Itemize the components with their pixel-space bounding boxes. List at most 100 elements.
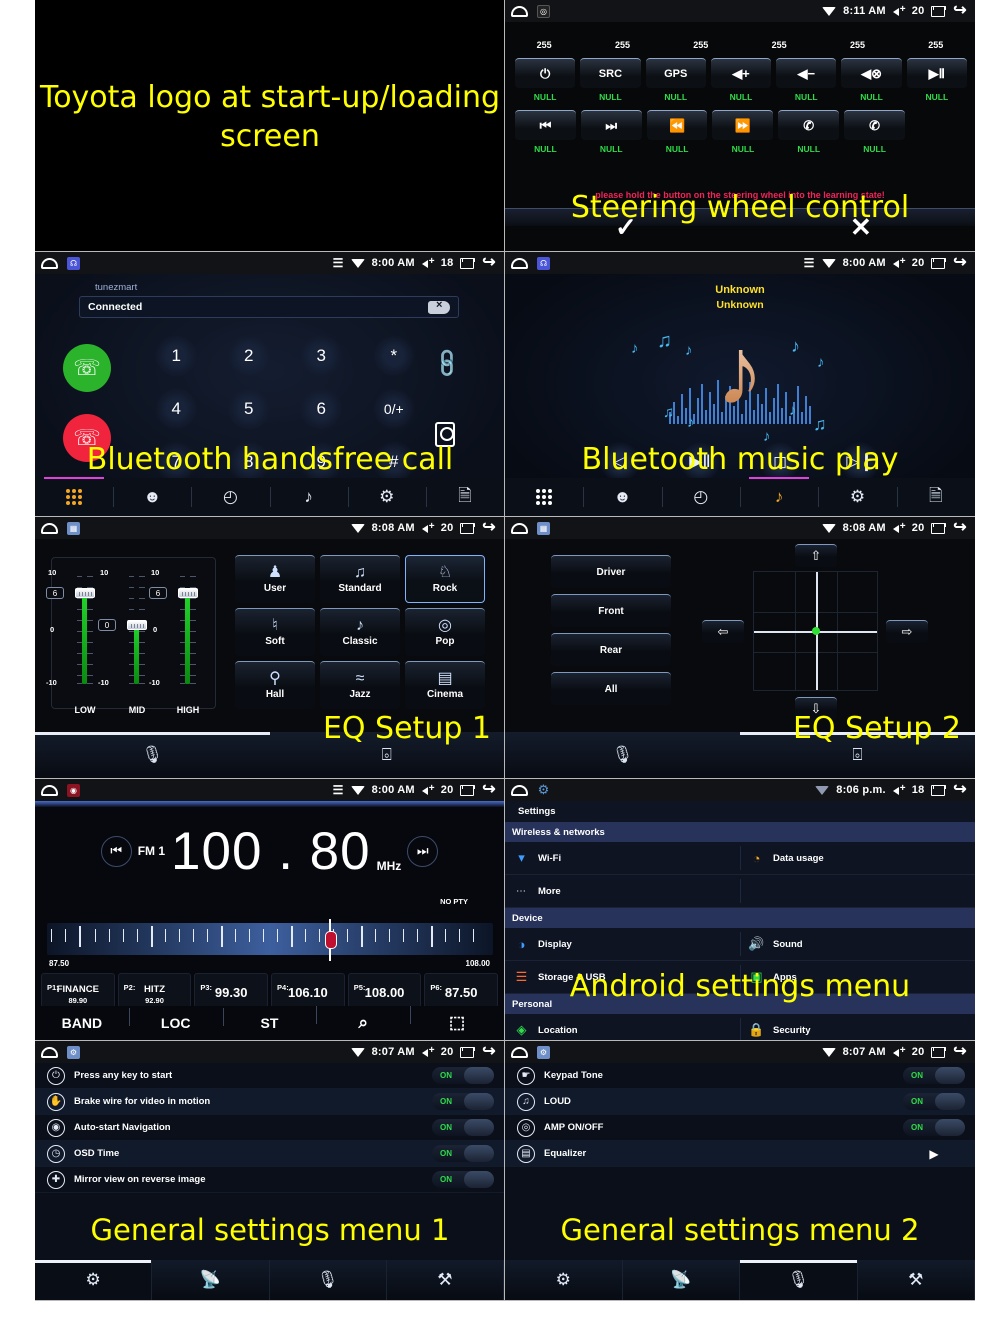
home-icon[interactable]: [511, 5, 528, 17]
preset-user[interactable]: ♟ User: [235, 555, 315, 603]
back-icon[interactable]: ↩: [953, 254, 967, 271]
home-icon[interactable]: [511, 1046, 528, 1058]
setting-row-mirror-view[interactable]: ✚ Mirror view on reverse image ON: [35, 1167, 504, 1193]
tuning-cursor[interactable]: [325, 919, 337, 961]
zone-all[interactable]: All: [551, 672, 671, 705]
preset-jazz[interactable]: ≈ Jazz: [320, 661, 400, 709]
zone-driver[interactable]: Driver: [551, 555, 671, 588]
swc-play-pause-button[interactable]: ▶Ⅱ: [906, 58, 967, 88]
toggle-switch[interactable]: ON: [432, 1145, 494, 1162]
swc-call-end-button[interactable]: ✆: [844, 110, 905, 140]
home-icon[interactable]: [41, 522, 58, 534]
toggle-switch[interactable]: ON: [903, 1067, 965, 1084]
swc-gps-button[interactable]: GPS: [645, 58, 706, 88]
toggle-switch[interactable]: ON: [432, 1171, 494, 1188]
setting-row-loud[interactable]: ♫ LOUD ON: [505, 1089, 975, 1115]
tab-music[interactable]: ♪: [739, 477, 818, 516]
back-icon[interactable]: ↩: [482, 781, 496, 798]
tab-tools[interactable]: ⚒: [857, 1260, 975, 1300]
setting-row-press-any-key[interactable]: ⏻ Press any key to start ON: [35, 1063, 504, 1089]
swc-power-button[interactable]: ⏻: [515, 58, 576, 88]
home-icon[interactable]: [41, 784, 58, 796]
dial-key[interactable]: 3: [285, 329, 358, 382]
swc-forward-button[interactable]: ⏩: [712, 110, 774, 140]
back-icon[interactable]: ↩: [953, 1043, 967, 1060]
tab-contacts[interactable]: ☻: [113, 478, 191, 516]
swc-next-track-button[interactable]: ⏭: [580, 110, 642, 140]
back-icon[interactable]: ↩: [953, 519, 967, 536]
sd-card-icon[interactable]: ⬚: [410, 1006, 504, 1033]
home-icon[interactable]: [511, 257, 528, 269]
preset-rock[interactable]: ♘ Rock: [405, 555, 485, 603]
phone-number-input[interactable]: Connected: [79, 296, 459, 318]
preset-p1[interactable]: P1: FINANCE 89.90: [41, 973, 115, 1008]
tab-radio[interactable]: 📡: [622, 1260, 740, 1300]
back-icon[interactable]: ↩: [953, 781, 967, 798]
back-icon[interactable]: ↩: [482, 519, 496, 536]
recents-icon[interactable]: [460, 522, 476, 534]
back-icon[interactable]: ↩: [953, 2, 967, 19]
tab-history[interactable]: ◴: [191, 478, 269, 516]
preset-standard[interactable]: ♫ Standard: [320, 555, 400, 603]
dial-key[interactable]: 6: [285, 382, 358, 435]
preset-cinema[interactable]: ▤ Cinema: [405, 661, 485, 709]
tab-history[interactable]: ◴: [661, 478, 740, 516]
tab-settings[interactable]: ⚙: [347, 478, 426, 516]
home-icon[interactable]: [41, 257, 58, 269]
seek-up-button[interactable]: ⏭: [407, 835, 439, 867]
fader-balance-pad[interactable]: [753, 571, 878, 691]
eq-slider-high[interactable]: 10 0 -10 6 HIGH: [149, 568, 213, 715]
preset-pop[interactable]: ◎ Pop: [405, 608, 485, 656]
loc-button[interactable]: LOC: [128, 1008, 223, 1031]
slider-knob[interactable]: [75, 588, 95, 598]
home-icon[interactable]: [41, 1046, 58, 1058]
back-icon[interactable]: ↩: [482, 1043, 496, 1060]
tab-log[interactable]: 🗎: [896, 478, 975, 516]
settings-item-wifi[interactable]: ▾ Wi-Fi: [505, 842, 740, 874]
tab-log[interactable]: 🗎: [425, 478, 504, 516]
settings-item-data-usage[interactable]: ◔ Data usage: [740, 842, 975, 874]
zone-rear[interactable]: Rear: [551, 633, 671, 666]
balance-left-button[interactable]: ⇦: [702, 620, 744, 643]
preset-classic[interactable]: ♪ Classic: [320, 608, 400, 656]
recents-icon[interactable]: [931, 784, 947, 796]
recents-icon[interactable]: [931, 1046, 947, 1058]
toggle-switch[interactable]: ON: [432, 1067, 494, 1084]
preset-p5[interactable]: P5: 108.00: [347, 973, 422, 1008]
preset-p4[interactable]: P4: 106.10: [271, 973, 345, 1008]
toggle-switch[interactable]: ON: [903, 1093, 965, 1110]
swc-src-button[interactable]: SRC: [580, 58, 641, 88]
setting-row-brake-wire[interactable]: ✋ Brake wire for video in motion ON: [35, 1089, 504, 1115]
dial-key[interactable]: 2: [213, 329, 286, 382]
backspace-icon[interactable]: [428, 299, 450, 314]
call-answer-button[interactable]: ☏: [63, 344, 111, 392]
fader-position-dot[interactable]: [811, 627, 820, 635]
toggle-switch[interactable]: ON: [432, 1119, 494, 1136]
recents-icon[interactable]: [931, 522, 947, 534]
dial-key[interactable]: 1: [140, 329, 213, 382]
settings-item-more[interactable]: ⋯ More: [505, 875, 740, 907]
swc-mute-button[interactable]: ◀⊗: [841, 58, 902, 88]
setting-row-osd-time[interactable]: ◷ OSD Time ON: [35, 1141, 504, 1167]
tab-keypad[interactable]: [505, 478, 583, 516]
recents-icon[interactable]: [460, 784, 476, 796]
swc-volume-up-button[interactable]: ◀+: [710, 58, 772, 88]
home-icon[interactable]: [511, 522, 528, 534]
swc-rewind-button[interactable]: ⏪: [646, 110, 708, 140]
swc-call-answer-button[interactable]: ✆: [778, 110, 840, 140]
setting-row-amp[interactable]: ◎ AMP ON/OFF ON: [505, 1115, 975, 1141]
toggle-switch[interactable]: ON: [432, 1093, 494, 1110]
dial-key[interactable]: 0/+: [358, 382, 431, 435]
swc-volume-down-button[interactable]: ◀−: [776, 58, 837, 88]
link-icon[interactable]: 🔗: [430, 346, 465, 381]
fader-up-button[interactable]: ⇧: [795, 544, 837, 567]
tab-general[interactable]: ⚙: [505, 1260, 623, 1300]
swc-prev-track-button[interactable]: ⏮: [515, 110, 576, 140]
setting-row-keypad-tone[interactable]: ☛ Keypad Tone ON: [505, 1063, 975, 1089]
search-icon[interactable]: ⌕: [316, 1006, 410, 1033]
tab-tools[interactable]: ⚒: [386, 1260, 504, 1300]
preset-p3[interactable]: P3: 99.30: [194, 973, 269, 1008]
settings-item-display[interactable]: ◑ Display: [505, 928, 740, 960]
seek-down-button[interactable]: ⏮: [100, 835, 132, 867]
dial-key[interactable]: 4: [140, 382, 213, 435]
